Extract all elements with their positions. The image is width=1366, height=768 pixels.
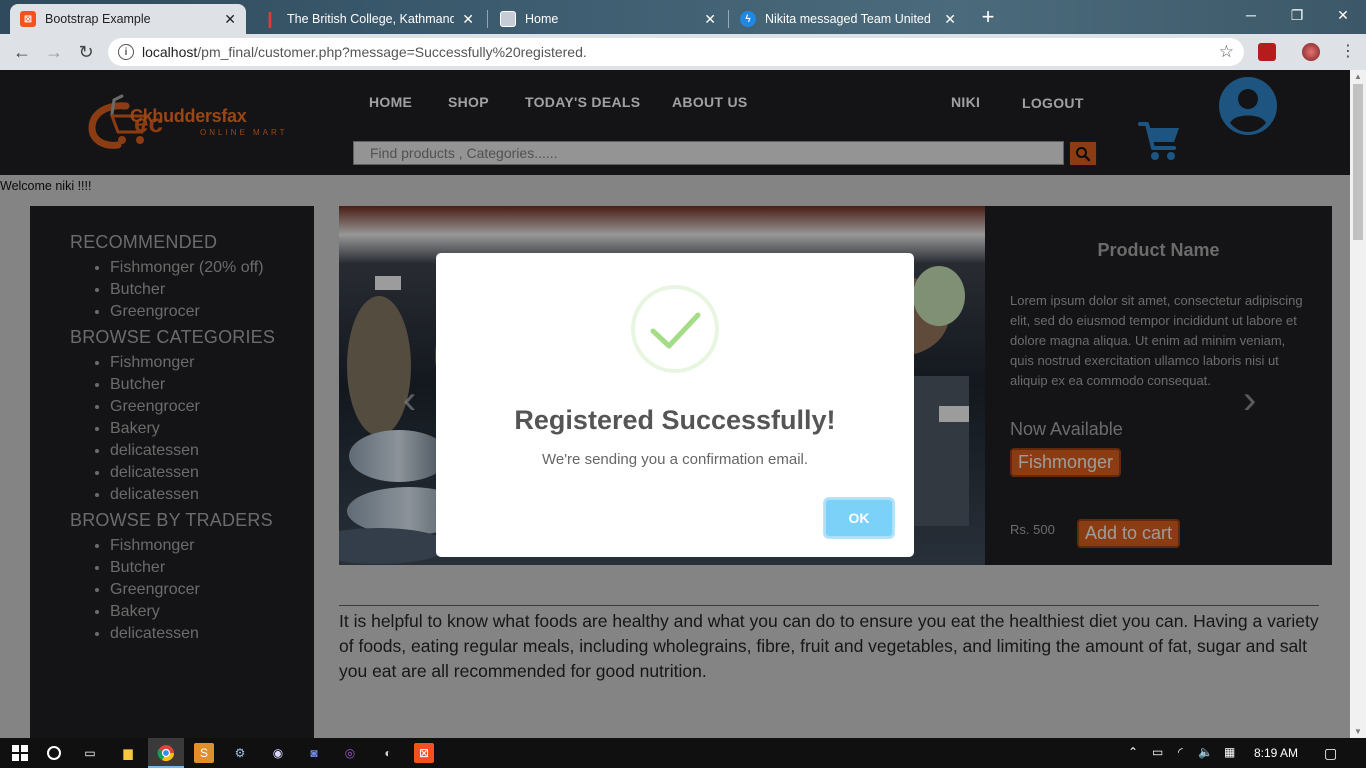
tray-chevron-up-icon[interactable]: ⌃ <box>1128 745 1138 759</box>
reload-icon[interactable]: ↻ <box>74 40 98 64</box>
tab-title: Nikita messaged Team United <box>765 12 931 26</box>
minimize-icon[interactable]: ─ <box>1228 0 1274 30</box>
xampp-favicon-icon: ⊠ <box>20 11 36 27</box>
site-info-icon[interactable]: i <box>118 44 134 60</box>
battery-icon[interactable]: ▭ <box>1152 745 1163 759</box>
browser-toolbar: ← → ↻ i localhost /pm_final/customer.php… <box>0 34 1366 70</box>
success-check-icon <box>631 285 719 373</box>
app-globe-icon[interactable]: ◉ <box>268 743 288 763</box>
page-scrollbar[interactable]: ▲ ▼ <box>1350 70 1366 738</box>
dialog-title: Registered Successfully! <box>514 405 836 435</box>
discord-icon[interactable]: ◙ <box>304 743 324 763</box>
task-view-icon[interactable]: ▭ <box>80 743 100 763</box>
ok-button[interactable]: OK <box>824 498 894 538</box>
extension-icon[interactable] <box>1258 43 1276 61</box>
address-bar[interactable]: i localhost /pm_final/customer.php?messa… <box>108 38 1244 66</box>
close-icon[interactable]: ✕ <box>944 11 956 28</box>
forward-arrow-icon[interactable]: → <box>42 40 66 64</box>
page-favicon-icon <box>500 11 516 27</box>
close-icon[interactable]: ✕ <box>224 11 236 28</box>
tab-title: Home <box>525 12 559 26</box>
tab-title: Bootstrap Example <box>45 12 151 26</box>
back-arrow-icon[interactable]: ← <box>10 40 34 64</box>
windows-taskbar: ▭ ▆ S ⚙ ◉ ◙ ◎ ◐ ⊠ ⌃ ▭ ◜ 🔈 ▦ 8:19 AM ▢ <box>0 738 1366 768</box>
scrollbar-thumb[interactable] <box>1353 84 1363 240</box>
tab-separator <box>487 10 488 28</box>
url-path: /pm_final/customer.php?message=Successfu… <box>197 44 587 60</box>
tab-messenger[interactable]: ϟ Nikita messaged Team United ✕ <box>730 4 966 34</box>
url-host: localhost <box>142 44 198 60</box>
wifi-icon[interactable]: ◜ <box>1178 745 1183 759</box>
restore-icon[interactable]: ❐ <box>1274 0 1320 30</box>
windows-start-icon[interactable] <box>10 743 30 763</box>
close-icon[interactable]: ✕ <box>704 11 716 28</box>
browser-menu-icon[interactable]: ⋮ <box>1336 40 1360 64</box>
steam-icon[interactable]: ◐ <box>378 743 398 763</box>
sublime-text-icon[interactable]: S <box>194 743 214 763</box>
tab-bootstrap-example[interactable]: ⊠ Bootstrap Example ✕ <box>10 4 246 34</box>
tab-british-college[interactable]: ❙ The British College, Kathmandu : ✕ <box>252 4 484 34</box>
scroll-down-icon[interactable]: ▼ <box>1354 727 1362 736</box>
scroll-up-icon[interactable]: ▲ <box>1354 72 1362 81</box>
registration-success-dialog: Registered Successfully! We're sending y… <box>436 253 914 557</box>
action-center-icon[interactable]: ▢ <box>1324 745 1337 762</box>
tab-home[interactable]: Home ✕ <box>490 4 726 34</box>
college-favicon-icon: ❙ <box>263 11 277 28</box>
search-circle-icon[interactable] <box>44 743 64 763</box>
dialog-message: We're sending you a confirmation email. <box>541 451 809 468</box>
new-tab-button[interactable]: + <box>976 6 1000 30</box>
settings-tool-icon[interactable]: ⚙ <box>230 743 250 763</box>
xampp-icon[interactable]: ⊠ <box>414 743 434 763</box>
window-close-icon[interactable]: ✕ <box>1320 0 1366 30</box>
taskbar-clock[interactable]: 8:19 AM <box>1254 746 1298 760</box>
viber-icon[interactable]: ◎ <box>340 743 360 763</box>
volume-icon[interactable]: 🔈 <box>1198 745 1213 759</box>
browser-tab-strip: ⊠ Bootstrap Example ✕ ❙ The British Coll… <box>0 0 1366 34</box>
bookmark-star-icon[interactable]: ☆ <box>1219 42 1234 62</box>
tab-separator <box>728 10 729 28</box>
profile-avatar-icon[interactable] <box>1302 43 1320 61</box>
close-icon[interactable]: ✕ <box>462 11 474 28</box>
messenger-favicon-icon: ϟ <box>740 11 756 27</box>
chrome-icon[interactable] <box>156 743 176 763</box>
tab-title: The British College, Kathmandu : <box>287 12 455 26</box>
keyboard-icon[interactable]: ▦ <box>1224 745 1235 759</box>
file-explorer-icon[interactable]: ▆ <box>118 743 138 763</box>
